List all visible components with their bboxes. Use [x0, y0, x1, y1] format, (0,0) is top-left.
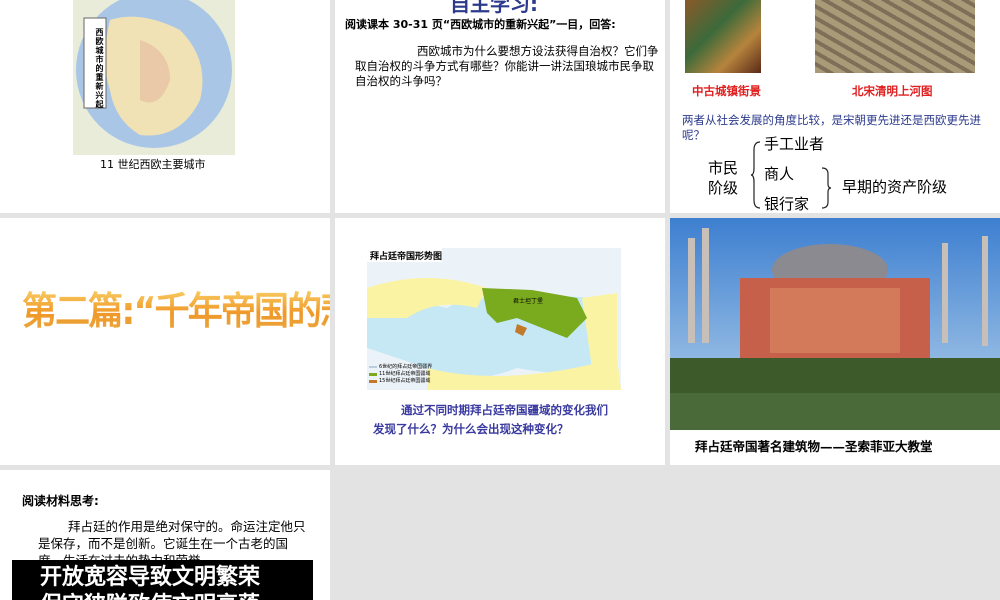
class-item: 手工业者: [764, 135, 825, 153]
brace-right: [821, 167, 832, 209]
banner-line: 保守狭隘致使文明衰落: [40, 592, 313, 600]
class-label: 市民: [708, 159, 739, 177]
slide-question: 通过不同时期拜占廷帝国疆域的变化我们发现了什么？为什么会出现这种变化？: [373, 403, 608, 436]
legend-item: 15世纪拜占廷帝国疆域: [379, 378, 431, 384]
class-label: 阶级: [708, 179, 739, 197]
map-title: 拜占廷帝国形势图: [370, 252, 443, 262]
image-caption: 中古城镇街景: [692, 84, 761, 98]
slide-thumbnail-6[interactable]: 拜占廷帝国著名建筑物——圣索菲亚大教堂: [670, 218, 1000, 465]
slide-caption: 拜占廷帝国著名建筑物——圣索菲亚大教堂: [695, 439, 933, 454]
slide-thumbnail-7[interactable]: 阅读材料思考: 拜占廷的作用是绝对保守的。命运注定他只是保存，而不是创新。它诞生…: [0, 470, 330, 600]
image-caption: 北宋清明上河图: [852, 84, 933, 98]
legend-item: 11世纪拜占廷帝国疆域: [379, 371, 431, 377]
slide-thumbnail-4[interactable]: 第二篇:“千年帝国的悲剧”: [0, 218, 330, 465]
slide-caption: 11 世纪西欧主要城市: [100, 158, 206, 171]
slide-question: 两者从社会发展的角度比较，是宋朝更先进还是西欧更先进呢？: [682, 113, 981, 142]
slide-thumbnail-3[interactable]: 中古城镇街景 北宋清明上河图 两者从社会发展的角度比较，是宋朝更先进还是西欧更先…: [670, 0, 1000, 213]
class-item: 银行家: [764, 195, 810, 213]
slide-thumbnail-5[interactable]: 拜占廷帝国形势图 君士坦丁堡 6世纪的拜占廷帝国疆界 11世纪拜占廷帝国疆域 1…: [335, 218, 665, 465]
slide-thumbnail-1[interactable]: 西欧城市的重新兴起 11 世纪西欧主要城市: [0, 0, 330, 213]
map-legend: 6世纪的拜占廷帝国疆界 11世纪拜占廷帝国疆域 15世纪拜占廷帝国疆域: [379, 364, 432, 385]
class-item: 商人: [764, 165, 795, 183]
class-result: 早期的资产阶级: [842, 178, 948, 196]
qingming-painting-image: [815, 0, 975, 73]
banner-line: 开放宽容导致文明繁荣: [40, 565, 261, 590]
slide-heading: 阅读材料思考:: [22, 494, 99, 508]
map-label: 西欧城市的重新兴起: [95, 28, 104, 109]
legend-item: 6世纪的拜占廷帝国疆界: [379, 364, 433, 370]
section-title: 第二篇:“千年帝国的悲剧”: [22, 280, 330, 335]
slide-intro: 阅读课本 30-31 页“西欧城市的重新兴起”一目，回答:: [345, 18, 616, 31]
slide-body: 西欧城市为什么要想方设法获得自治权？它们争取自治权的斗争方式有哪些？你能讲一讲法…: [355, 44, 659, 88]
conclusion-banner: 开放宽容导致文明繁荣 保守狭隘致使文明衰落: [12, 560, 313, 600]
slide-thumbnail-2[interactable]: 自主学习: 阅读课本 30-31 页“西欧城市的重新兴起”一目，回答: 西欧城市…: [335, 0, 665, 213]
map-city-label: 君士坦丁堡: [513, 298, 544, 305]
hagia-sophia-photo: [670, 218, 1000, 430]
brace-left: [750, 141, 761, 209]
medieval-town-image: [685, 0, 761, 73]
slide-title: 自主学习:: [450, 0, 538, 16]
